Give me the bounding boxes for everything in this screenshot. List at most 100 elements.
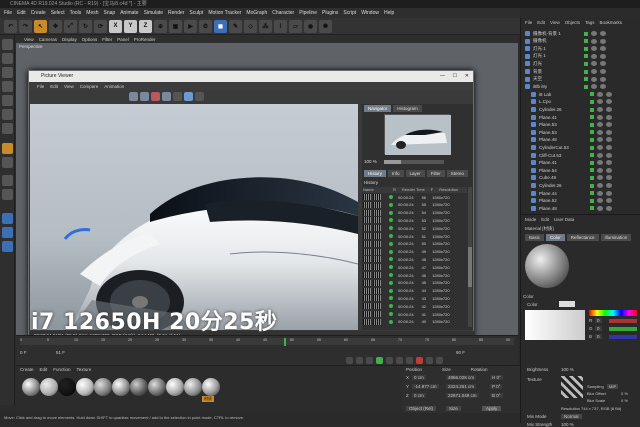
tab-layer[interactable]: Layer — [405, 170, 425, 177]
history-col-f[interactable]: F — [431, 187, 433, 193]
polygons-mode-icon[interactable] — [2, 123, 13, 134]
mix-mode-select[interactable]: Normal — [561, 414, 582, 419]
recent-tools-icon[interactable]: ⟳ — [94, 19, 107, 33]
material-tag-icon[interactable] — [597, 145, 603, 150]
object-row[interactable]: L.Cpo — [525, 98, 637, 105]
coord-rotation[interactable]: B 0° — [490, 393, 503, 398]
history-col-resolution[interactable]: Resolution — [439, 187, 458, 193]
material-tag-icon[interactable] — [606, 183, 612, 188]
rgb-channel-slider[interactable] — [609, 335, 637, 339]
light-icon[interactable]: ✺ — [319, 19, 332, 33]
menu-file[interactable]: File — [4, 10, 12, 16]
material-tag-icon[interactable] — [597, 114, 603, 120]
history-row[interactable]: 00:00:24 40 1280x720 — [363, 318, 467, 325]
visibility-check-icon[interactable] — [590, 206, 594, 211]
play-icon[interactable] — [376, 357, 383, 364]
objects-menu-file[interactable]: File — [525, 20, 532, 25]
material-ball[interactable] — [148, 378, 166, 396]
material-menu-texture[interactable]: Texture — [77, 367, 92, 372]
axis-x-button[interactable]: X — [109, 19, 122, 33]
visibility-check-icon[interactable] — [584, 84, 588, 89]
material-tag-icon[interactable] — [600, 84, 606, 90]
solo-selection-icon[interactable] — [2, 241, 13, 252]
material-tag-icon[interactable] — [606, 198, 612, 204]
points-mode-icon[interactable] — [2, 95, 13, 106]
material-tag-icon[interactable] — [591, 84, 597, 90]
material-tag-icon[interactable] — [606, 129, 612, 135]
material-tag-icon[interactable] — [597, 152, 603, 158]
material-tag-icon[interactable] — [597, 205, 603, 211]
render-view-icon[interactable]: ▣ — [169, 19, 182, 33]
menu-animate[interactable]: Animate — [120, 10, 138, 16]
pv-fullscreen-icon[interactable] — [195, 92, 204, 101]
object-row[interactable]: Cylinder.26 — [525, 182, 637, 189]
pv-compare-icon[interactable] — [162, 92, 171, 101]
visibility-check-icon[interactable] — [584, 77, 588, 82]
menu-simulate[interactable]: Simulate — [144, 10, 163, 16]
material-tag-icon[interactable] — [606, 137, 612, 143]
material-ball[interactable] — [130, 378, 148, 396]
coord-rotation[interactable]: H 0° — [490, 375, 503, 380]
menu-snap[interactable]: Snap — [104, 10, 116, 16]
material-ball[interactable] — [22, 378, 40, 396]
objects-menu-bookmarks[interactable]: Bookmarks — [600, 20, 623, 25]
pen-icon[interactable]: ✎ — [229, 19, 242, 33]
menu-window[interactable]: Window — [361, 10, 379, 16]
model-mode-icon[interactable] — [2, 53, 13, 64]
visibility-check-icon[interactable] — [590, 198, 594, 203]
next-frame-icon[interactable] — [386, 357, 393, 364]
blur-scale-value[interactable]: 0 % — [621, 398, 628, 403]
rgb-channel-value[interactable]: 0 — [595, 334, 602, 339]
tab-history[interactable]: History — [364, 170, 387, 177]
deformer-icon[interactable]: ⌇ — [274, 19, 287, 33]
objects-menu-edit[interactable]: Edit — [537, 20, 545, 25]
pv-save-icon[interactable] — [140, 92, 149, 101]
material-ball[interactable] — [58, 378, 76, 396]
timeline-start[interactable]: 0 F — [20, 350, 27, 355]
texture-mode-icon[interactable] — [2, 67, 13, 78]
material-tag-icon[interactable] — [597, 137, 603, 143]
material-ball[interactable] — [94, 378, 112, 396]
snap-icon[interactable] — [2, 175, 13, 186]
material-tag-icon[interactable] — [591, 69, 597, 74]
edges-mode-icon[interactable] — [2, 109, 13, 120]
tab-navigator[interactable]: Navigator — [364, 105, 392, 112]
menu-edit[interactable]: Edit — [17, 10, 26, 16]
material-tag-icon[interactable] — [597, 198, 603, 204]
tweak-icon[interactable] — [2, 157, 13, 168]
material-tag-icon[interactable] — [606, 205, 612, 211]
history-row[interactable]: 00:00:24 51 1280x720 — [363, 233, 467, 239]
axis-y-button[interactable]: Y — [124, 19, 137, 33]
maximize-icon[interactable]: ☐ — [453, 71, 457, 82]
cube-icon[interactable]: ◼ — [214, 19, 227, 33]
timeline-current[interactable]: 51 F — [56, 350, 65, 355]
menu-character[interactable]: Character — [272, 10, 294, 16]
axis-z-button[interactable]: Z — [139, 19, 152, 33]
prev-frame-icon[interactable] — [366, 357, 373, 364]
material-tag-icon[interactable] — [597, 91, 603, 97]
coord-size[interactable]: 2324.251 cm — [446, 384, 477, 389]
next-key-icon[interactable] — [396, 357, 403, 364]
hue-slider[interactable] — [589, 310, 637, 316]
coord-position[interactable]: 0 cm — [412, 375, 426, 380]
viewport-menu-cameras[interactable]: Cameras — [39, 37, 57, 42]
object-row[interactable]: Plane.48 — [525, 205, 637, 212]
object-row[interactable]: Cliff-Cut.53 — [525, 152, 637, 159]
menu-pipeline[interactable]: Pipeline — [299, 10, 317, 16]
history-row[interactable]: 00:00:24 46 1280x720 — [363, 272, 467, 278]
move-icon[interactable]: ✥ — [49, 19, 62, 33]
blur-offset-value[interactable]: 0 % — [621, 391, 628, 396]
subdivision-icon[interactable]: ◇ — [244, 19, 257, 33]
viewport-menu-filter[interactable]: Filter — [102, 37, 112, 42]
playhead[interactable] — [284, 338, 286, 346]
material-tag-icon[interactable] — [600, 61, 606, 67]
object-row[interactable]: i8 Lab — [525, 91, 637, 98]
history-row[interactable]: 00:00:24 44 1280x720 — [363, 287, 467, 294]
history-row[interactable]: 00:00:24 55 1280x720 — [363, 201, 467, 208]
history-row[interactable]: 00:00:24 42 1280x720 — [363, 303, 467, 310]
material-menu-function[interactable]: Function — [53, 367, 70, 372]
visibility-check-icon[interactable] — [584, 61, 588, 66]
material-tag-icon[interactable] — [606, 152, 612, 158]
visibility-check-icon[interactable] — [590, 183, 594, 188]
coord-size[interactable]: 22671.049 cm — [446, 393, 479, 398]
